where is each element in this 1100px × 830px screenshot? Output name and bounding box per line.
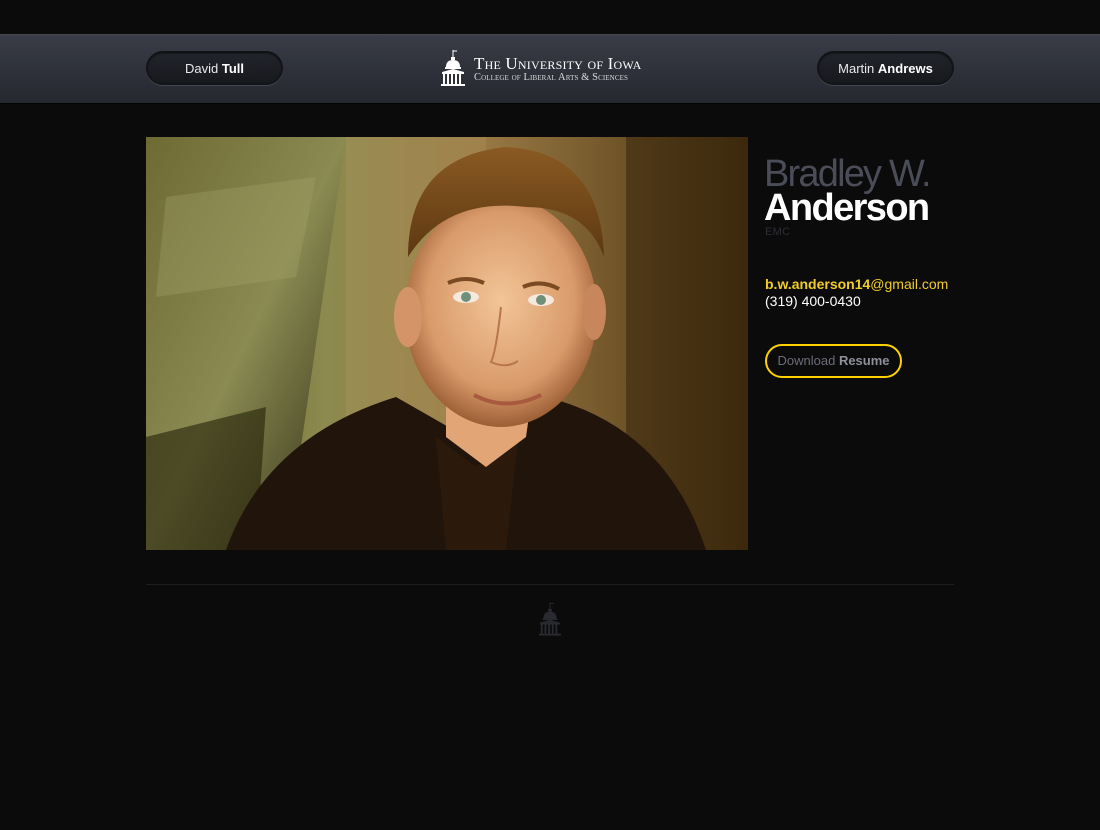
next-student-first-name: Martin <box>838 61 875 76</box>
logo-college-name: College of Liberal Arts & Sciences <box>474 72 628 83</box>
email-link[interactable]: b.w.anderson14@gmail.com <box>765 276 948 292</box>
portrait-photo <box>146 137 748 550</box>
footer-divider <box>146 584 954 585</box>
previous-student-button[interactable]: David Tull <box>146 51 283 85</box>
resume-button-prefix: Download <box>777 353 836 368</box>
next-student-button[interactable]: Martin Andrews <box>817 51 954 85</box>
email-username: b.w.anderson14 <box>765 276 871 292</box>
download-resume-button[interactable]: Download Resume <box>765 344 902 378</box>
phone-number: (319) 400-0430 <box>765 293 861 309</box>
previous-student-last-name: Tull <box>221 61 244 76</box>
old-capitol-dome-icon <box>539 602 561 636</box>
previous-student-first-name: David <box>184 61 219 76</box>
header-bar: David Tull The University of Iowa Colleg <box>0 34 1100 103</box>
logo-university-name: The University of Iowa <box>474 54 642 73</box>
email-domain: @gmail.com <box>870 276 949 292</box>
department-label: EMC <box>765 226 791 238</box>
old-capitol-dome-icon <box>441 50 465 86</box>
footer-logo[interactable] <box>539 600 561 638</box>
resume-button-emphasis: Resume <box>838 353 890 368</box>
university-logo[interactable]: The University of Iowa College of Libera… <box>441 49 661 89</box>
page: David Tull The University of Iowa Colleg <box>0 0 1100 830</box>
next-student-last-name: Andrews <box>877 61 933 76</box>
student-last-name: Anderson <box>764 187 930 229</box>
